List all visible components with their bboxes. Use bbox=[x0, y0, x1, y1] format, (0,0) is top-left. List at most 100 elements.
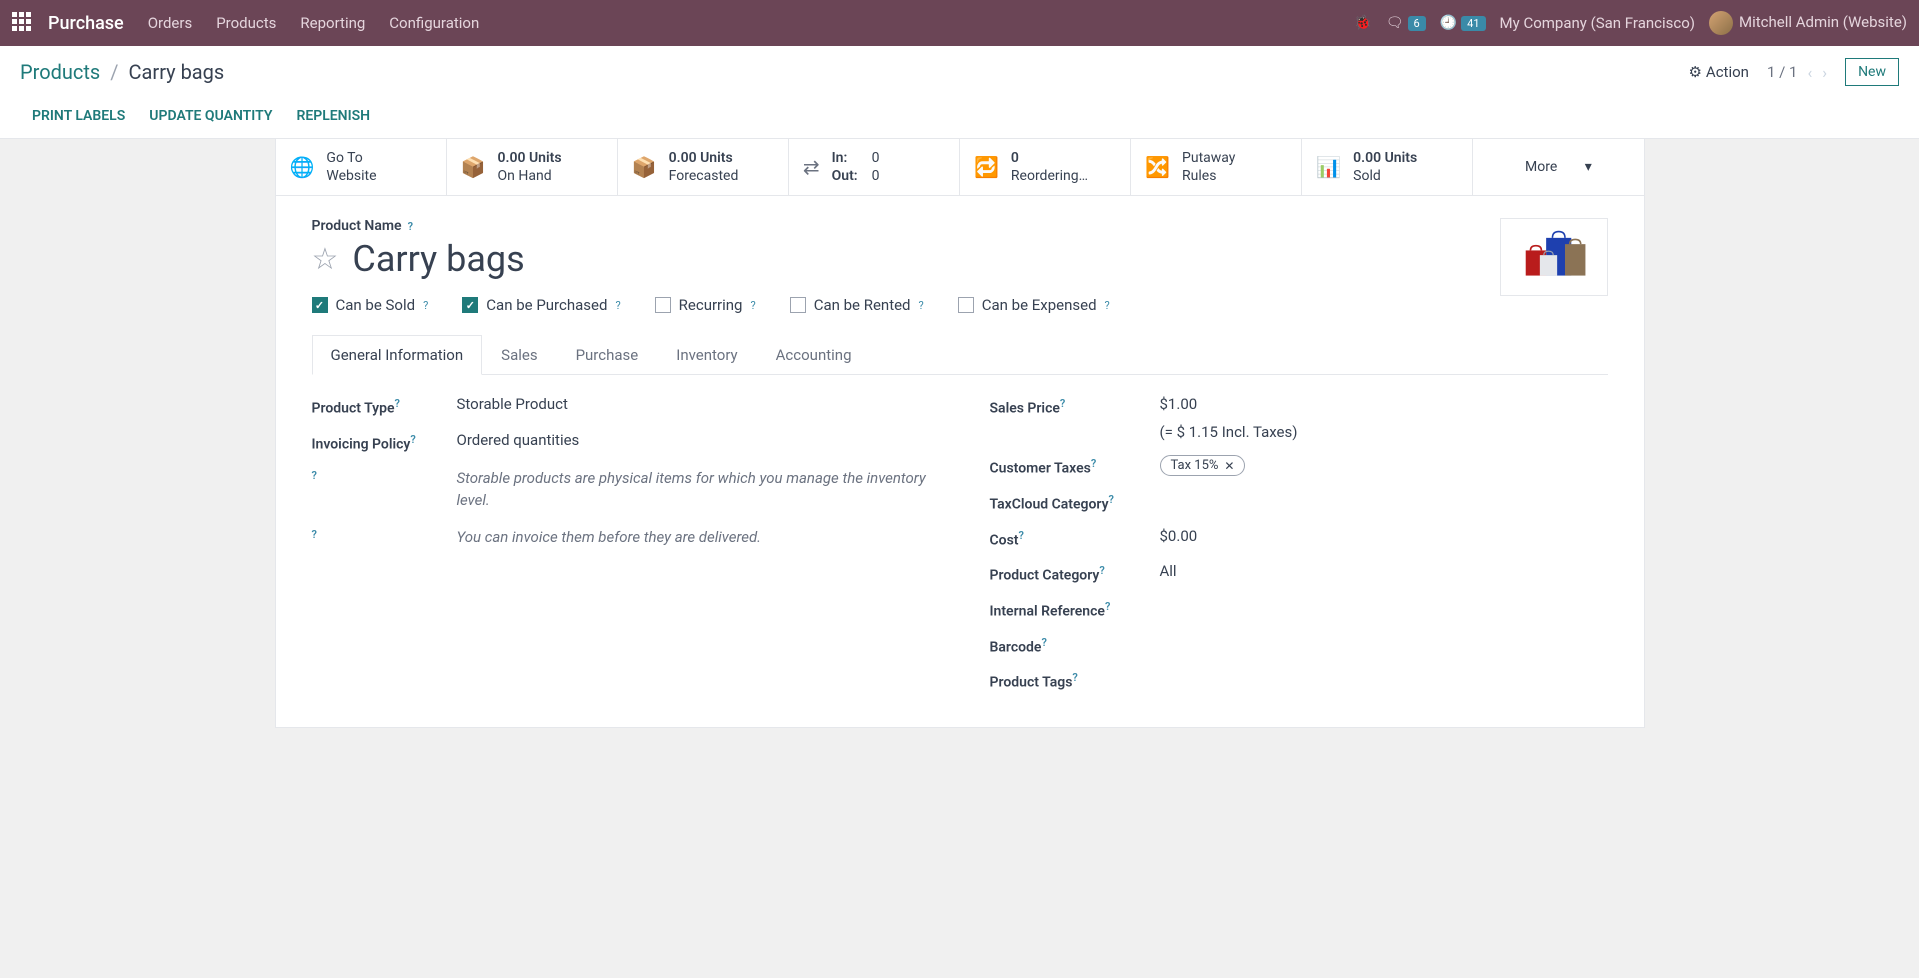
helper-text-1: Storable products are physical items for… bbox=[457, 467, 930, 512]
messages-badge: 6 bbox=[1408, 16, 1426, 31]
apps-icon[interactable] bbox=[12, 12, 34, 34]
main-menu: Orders Products Reporting Configuration bbox=[148, 14, 480, 32]
top-navbar: Purchase Orders Products Reporting Confi… bbox=[0, 0, 1919, 46]
check-can-be-sold[interactable]: Can be Sold? bbox=[312, 296, 429, 314]
favorite-star-icon[interactable]: ☆ bbox=[312, 242, 339, 277]
pager-prev[interactable]: ‹ bbox=[1807, 63, 1812, 82]
tab-purchase[interactable]: Purchase bbox=[557, 335, 658, 375]
stat-bar: 🌐 Go ToWebsite 📦 0.00 UnitsOn Hand 📦 0.0… bbox=[276, 139, 1644, 196]
menu-reporting[interactable]: Reporting bbox=[300, 14, 365, 32]
barcode-label: Barcode bbox=[990, 639, 1042, 655]
app-name: Purchase bbox=[48, 13, 124, 34]
pager-text: 1 / 1 bbox=[1767, 63, 1798, 81]
help-icon[interactable]: ? bbox=[615, 299, 620, 312]
sales-price-label: Sales Price bbox=[990, 401, 1060, 417]
product-image[interactable] bbox=[1500, 218, 1608, 296]
help-icon[interactable]: ? bbox=[919, 299, 924, 312]
gear-icon: ⚙ bbox=[1688, 63, 1701, 81]
check-can-be-purchased[interactable]: Can be Purchased? bbox=[462, 296, 620, 314]
help-icon[interactable]: ? bbox=[750, 299, 755, 312]
breadcrumb-current: Carry bags bbox=[129, 60, 225, 84]
tab-sales[interactable]: Sales bbox=[482, 335, 556, 375]
check-recurring[interactable]: Recurring? bbox=[655, 296, 756, 314]
help-icon[interactable]: ? bbox=[1105, 600, 1110, 613]
header-bar: Products / Carry bags ⚙Action 1 / 1 ‹ › … bbox=[0, 46, 1919, 139]
company-selector[interactable]: My Company (San Francisco) bbox=[1500, 14, 1695, 32]
check-can-be-expensed[interactable]: Can be Expensed? bbox=[958, 296, 1110, 314]
breadcrumb: Products / Carry bags bbox=[20, 60, 224, 84]
tab-accounting[interactable]: Accounting bbox=[757, 335, 871, 375]
cost-label: Cost bbox=[990, 532, 1019, 548]
print-labels-button[interactable]: PRINT LABELS bbox=[32, 108, 125, 124]
help-icon[interactable]: ? bbox=[1018, 529, 1023, 542]
internal-reference-label: Internal Reference bbox=[990, 604, 1105, 620]
messages-icon[interactable]: 🗨6 bbox=[1386, 15, 1426, 31]
help-icon[interactable]: ? bbox=[1091, 457, 1096, 470]
product-tags-label: Product Tags bbox=[990, 675, 1073, 691]
tab-inventory[interactable]: Inventory bbox=[657, 335, 756, 375]
user-menu[interactable]: Mitchell Admin (Website) bbox=[1709, 11, 1907, 35]
menu-orders[interactable]: Orders bbox=[148, 14, 193, 32]
breadcrumb-products[interactable]: Products bbox=[20, 60, 100, 84]
breadcrumb-separator: / bbox=[110, 60, 118, 84]
caret-down-icon: ▾ bbox=[1585, 159, 1592, 175]
help-icon[interactable]: ? bbox=[1041, 636, 1046, 649]
stat-putaway[interactable]: 🔀 PutawayRules bbox=[1131, 139, 1302, 195]
globe-icon: 🌐 bbox=[290, 155, 315, 179]
pager-next[interactable]: › bbox=[1822, 63, 1827, 82]
taxcloud-label: TaxCloud Category bbox=[990, 497, 1109, 513]
stat-reordering[interactable]: 🔁 0Reordering… bbox=[960, 139, 1131, 195]
product-name-label: Product Name bbox=[312, 218, 402, 234]
refresh-icon: 🔁 bbox=[974, 155, 999, 179]
stat-inout[interactable]: ⇄ In:0 Out:0 bbox=[789, 139, 960, 195]
tabs: General Information Sales Purchase Inven… bbox=[312, 334, 1608, 375]
help-icon[interactable]: ? bbox=[1109, 493, 1114, 506]
stat-onhand[interactable]: 📦 0.00 UnitsOn Hand bbox=[447, 139, 618, 195]
help-icon[interactable]: ? bbox=[1060, 397, 1065, 410]
action-menu[interactable]: ⚙Action bbox=[1688, 63, 1748, 81]
update-quantity-button[interactable]: UPDATE QUANTITY bbox=[149, 108, 272, 124]
avatar bbox=[1709, 11, 1733, 35]
bags-icon bbox=[1514, 230, 1594, 285]
pager: 1 / 1 ‹ › bbox=[1767, 63, 1827, 82]
help-icon[interactable]: ? bbox=[395, 397, 400, 410]
help-icon[interactable]: ? bbox=[1099, 564, 1104, 577]
sales-price-value[interactable]: $1.00 bbox=[1160, 395, 1608, 413]
stat-forecasted[interactable]: 📦 0.00 UnitsForecasted bbox=[618, 139, 789, 195]
invoicing-policy-label: Invoicing Policy bbox=[312, 437, 411, 453]
customer-taxes-label: Customer Taxes bbox=[990, 461, 1091, 477]
menu-configuration[interactable]: Configuration bbox=[389, 14, 479, 32]
help-icon[interactable]: ? bbox=[1072, 671, 1077, 684]
arrows-icon: ⇄ bbox=[803, 155, 820, 179]
help-icon[interactable]: ? bbox=[410, 433, 415, 446]
new-button[interactable]: New bbox=[1845, 58, 1899, 86]
product-category-value[interactable]: All bbox=[1160, 562, 1608, 580]
product-type-label: Product Type bbox=[312, 401, 395, 417]
chart-icon: 📊 bbox=[1316, 155, 1341, 179]
menu-products[interactable]: Products bbox=[216, 14, 276, 32]
stat-sold[interactable]: 📊 0.00 UnitsSold bbox=[1302, 139, 1473, 195]
activities-icon[interactable]: 🕘41 bbox=[1440, 15, 1486, 31]
form-view: 🌐 Go ToWebsite 📦 0.00 UnitsOn Hand 📦 0.0… bbox=[275, 139, 1645, 728]
replenish-button[interactable]: REPLENISH bbox=[296, 108, 370, 124]
help-icon[interactable]: ? bbox=[1105, 299, 1110, 312]
debug-icon[interactable]: 🐞 bbox=[1354, 15, 1371, 31]
cost-value[interactable]: $0.00 bbox=[1160, 527, 1608, 545]
product-type-value[interactable]: Storable Product bbox=[457, 395, 930, 413]
random-icon: 🔀 bbox=[1145, 155, 1170, 179]
stat-more[interactable]: More ▾ bbox=[1473, 139, 1643, 195]
activities-badge: 41 bbox=[1461, 16, 1485, 31]
check-can-be-rented[interactable]: Can be Rented? bbox=[790, 296, 924, 314]
cubes-icon: 📦 bbox=[461, 155, 486, 179]
helper-text-2: You can invoice them before they are del… bbox=[457, 526, 930, 549]
help-icon[interactable]: ? bbox=[408, 220, 413, 233]
help-icon[interactable]: ? bbox=[312, 469, 317, 482]
tag-remove-icon[interactable]: ✕ bbox=[1224, 459, 1234, 473]
product-name[interactable]: Carry bags bbox=[352, 238, 524, 280]
tab-general-information[interactable]: General Information bbox=[312, 335, 483, 375]
help-icon[interactable]: ? bbox=[312, 528, 317, 541]
invoicing-policy-value[interactable]: Ordered quantities bbox=[457, 431, 930, 449]
help-icon[interactable]: ? bbox=[423, 299, 428, 312]
tax-tag[interactable]: Tax 15%✕ bbox=[1160, 455, 1246, 476]
stat-website[interactable]: 🌐 Go ToWebsite bbox=[276, 139, 447, 195]
